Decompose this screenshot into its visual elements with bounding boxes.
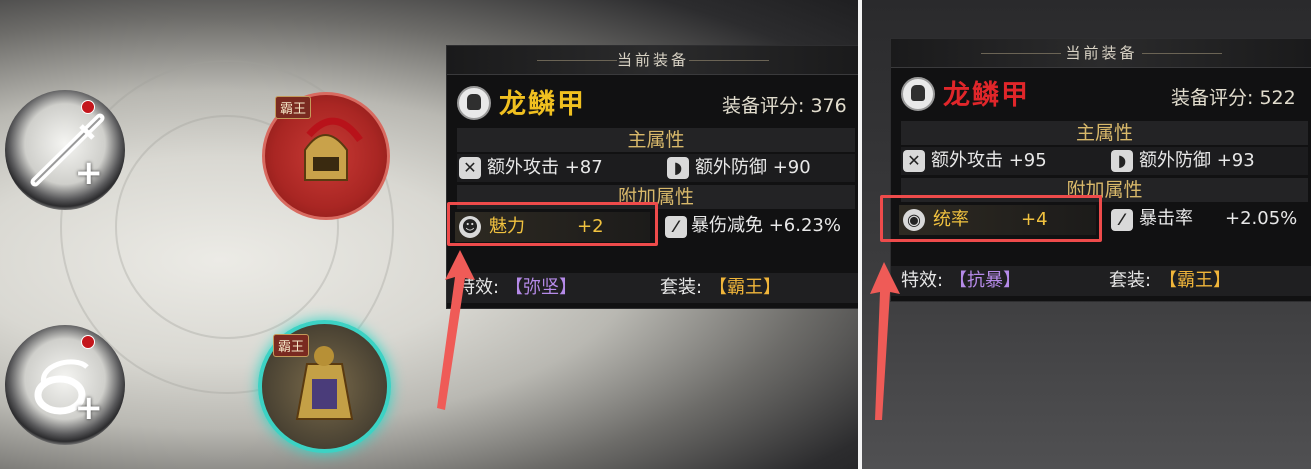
equipment-score: 装备评分: 522 (1171, 83, 1296, 110)
set-tag: 霸王 (275, 96, 312, 119)
add-icon: + (74, 388, 104, 428)
effect-label: 特效: (901, 270, 944, 291)
arrow-indicator (870, 262, 900, 420)
score-value: 376 (810, 95, 847, 117)
accessory-slot[interactable]: + (5, 325, 125, 445)
stat-attack: 额外攻击 +87 (487, 157, 603, 178)
highlight-box (880, 195, 1102, 242)
notification-dot (81, 100, 95, 114)
panel-header: 当前装备 (891, 39, 1311, 68)
set-label: 套装: (660, 277, 703, 298)
shield-icon: ◗ (1111, 150, 1133, 172)
effect-row: 特效: 【弥坚】 套装: 【霸王】 (447, 273, 859, 303)
stat-crit-rate-name: 暴击率 (1139, 208, 1193, 229)
main-attr-title: 主属性 (901, 121, 1308, 145)
stat-defense: 额外防御 +90 (695, 157, 811, 178)
score-label: 装备评分: (1171, 87, 1260, 109)
stat-defense: 额外防御 +93 (1139, 150, 1255, 171)
equipment-score: 装备评分: 376 (722, 91, 847, 118)
arrow-indicator (437, 250, 475, 410)
stat-crit-rate-value: +2.05% (1225, 208, 1298, 229)
current-equipment-panel-left: 当前装备 龙鳞甲 装备评分: 376 主属性 ✕ 额外攻击 +87 ◗ 额外防御… (446, 45, 860, 309)
add-icon: + (74, 153, 104, 193)
highlight-box (447, 202, 658, 246)
effect-value[interactable]: 【弥坚】 (505, 273, 577, 303)
sword-icon (30, 113, 105, 187)
stat-crit-reduction: 暴伤减免 +6.23% (691, 215, 841, 236)
effect-value[interactable]: 【抗暴】 (949, 266, 1021, 296)
amulet-icon (34, 359, 89, 415)
main-attr-title: 主属性 (457, 128, 855, 152)
blade-icon: ⁄ (665, 216, 687, 238)
stat-attack: 额外攻击 +95 (931, 150, 1047, 171)
item-name: 龙鳞甲 (499, 89, 586, 120)
set-tag: 霸王 (273, 334, 310, 357)
panel-header: 当前装备 (447, 46, 859, 75)
notification-dot (81, 335, 95, 349)
blade-icon: ⁄ (1111, 209, 1133, 231)
main-stats-row: ✕ 额外攻击 +95 ◗ 额外防御 +93 (901, 147, 1308, 175)
set-value[interactable]: 【霸王】 (1159, 266, 1231, 296)
armor-icon (457, 86, 491, 120)
weapon-slot[interactable]: + (5, 90, 125, 210)
item-name: 龙鳞甲 (943, 80, 1030, 111)
set-label: 套装: (1109, 270, 1152, 291)
main-stats-row: ✕ 额外攻击 +87 ◗ 额外防御 +90 (457, 154, 855, 182)
set-value[interactable]: 【霸王】 (709, 273, 781, 303)
crossed-swords-icon: ✕ (903, 150, 925, 172)
shield-icon: ◗ (667, 157, 689, 179)
effect-row: 特效: 【抗暴】 套装: 【霸王】 (891, 266, 1311, 296)
armor-icon (901, 77, 935, 111)
score-value: 522 (1259, 87, 1296, 109)
current-equipment-panel-right: 当前装备 龙鳞甲 装备评分: 522 主属性 ✕ 额外攻击 +95 ◗ 额外防御… (890, 38, 1311, 302)
crossed-swords-icon: ✕ (459, 157, 481, 179)
score-label: 装备评分: (722, 95, 811, 117)
